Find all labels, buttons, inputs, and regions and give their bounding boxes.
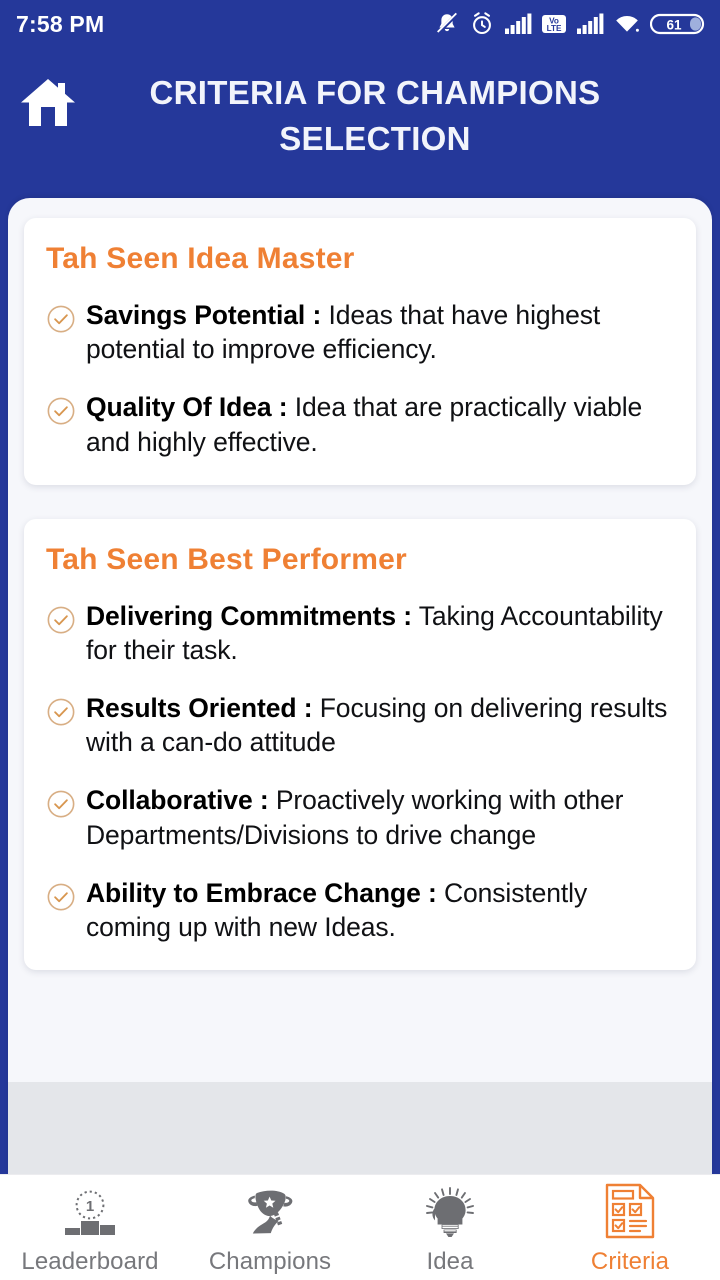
app-header: CRITERIA FOR CHAMPIONS SELECTION [0,48,720,165]
svg-text:LTE: LTE [547,24,562,33]
alarm-clock-icon [473,12,491,35]
signal-bars-icon [505,13,532,34]
page-title: CRITERIA FOR CHAMPIONS SELECTION [149,74,601,157]
nav-item-leaderboard[interactable]: 1 Leaderboard [0,1175,180,1280]
trophy-icon [241,1180,299,1240]
wifi-icon [616,15,639,32]
criteria-item: Ability to Embrace Change : Consistently… [46,876,674,944]
bottom-navigation: 1 Leaderboard Champions Idea Criteria [0,1174,720,1280]
check-circle-icon [46,876,80,917]
nav-item-champions[interactable]: Champions [180,1175,360,1280]
nav-label-criteria: Criteria [590,1247,670,1275]
card-title: Tah Seen Best Performer [46,542,407,576]
lightbulb-head-icon [421,1180,479,1240]
criteria-text: Results Oriented : Focusing on deliverin… [80,691,674,759]
content-sheet: Tah Seen Idea Master Savings Potential :… [8,198,712,1174]
criteria-card: Tah Seen Idea Master Savings Potential :… [24,218,696,485]
criteria-text: Delivering Commitments : Taking Accounta… [80,599,674,667]
criteria-text: Savings Potential : Ideas that have high… [80,298,674,366]
check-circle-icon [46,691,80,732]
criteria-term: Ability to Embrace Change : [86,877,437,908]
bell-muted-icon [436,12,458,35]
nav-label-leaderboard: Leaderboard [21,1247,159,1275]
battery-level: 61 [666,17,682,32]
criteria-item: Results Oriented : Focusing on deliverin… [46,691,674,759]
check-circle-icon [46,298,80,339]
check-circle-icon [46,599,80,640]
criteria-term: Collaborative : [86,785,269,816]
signal-bars-2-icon [577,13,604,34]
volte-icon: Vo LTE [542,15,566,33]
home-button[interactable] [0,48,96,165]
criteria-term: Quality Of Idea : [86,392,288,423]
content-bottom-spacer [8,1082,712,1174]
criteria-term: Savings Potential : [86,300,322,330]
nav-label-champions: Champions [208,1247,332,1275]
app-root: 7:58 PM Vo LTE 61 CRITERIA FOR CHAMPIONS… [0,0,720,1280]
criteria-item: Savings Potential : Ideas that have high… [46,298,674,366]
nav-item-criteria[interactable]: Criteria [540,1175,720,1280]
card-title: Tah Seen Idea Master [46,242,355,275]
criteria-item: Delivering Commitments : Taking Accounta… [46,599,674,667]
criteria-item: Collaborative : Proactively working with… [46,783,674,851]
criteria-term: Delivering Commitments : [86,600,412,631]
status-time: 7:58 PM [16,10,105,37]
criteria-item: Quality Of Idea : Idea that are practica… [46,390,674,458]
content-panel: Tah Seen Idea Master Savings Potential :… [0,165,720,1174]
svg-text:1: 1 [86,1198,94,1215]
nav-item-idea[interactable]: Idea [360,1175,540,1280]
home-icon [21,78,75,126]
criteria-text: Collaborative : Proactively working with… [80,783,674,851]
criteria-text: Ability to Embrace Change : Consistently… [80,876,674,944]
status-bar: 7:58 PM Vo LTE 61 [0,0,720,48]
check-circle-icon [46,783,80,824]
criteria-scroll-area[interactable]: Tah Seen Idea Master Savings Potential :… [8,198,712,971]
status-icon-tray: Vo LTE 61 [434,11,706,37]
podium-icon: 1 [59,1180,121,1240]
criteria-term: Results Oriented : [86,693,313,724]
nav-label-idea: Idea [426,1247,474,1275]
criteria-text: Quality Of Idea : Idea that are practica… [80,390,674,458]
battery-icon: 61 [650,13,705,35]
checklist-document-icon [602,1180,658,1240]
criteria-card: Tah Seen Best Performer Delivering Commi… [24,518,696,971]
check-circle-icon [46,390,80,431]
